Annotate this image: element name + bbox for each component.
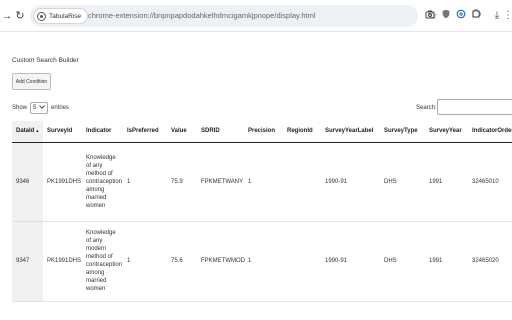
cell-ispreferred: 1 (123, 221, 167, 302)
column-header-indicator[interactable]: Indicator (82, 121, 123, 143)
indicator-line: method of (86, 170, 113, 177)
cell-precision: 1 (244, 142, 283, 222)
back-arrow-icon[interactable]: → (0, 9, 14, 23)
cell-surveyyearlabel: 1990-91 (321, 142, 380, 222)
cell-dataid: 9346 (12, 142, 43, 222)
column-header-label: Precision (248, 128, 276, 135)
extension-site-icon (37, 11, 46, 21)
search-input[interactable] (437, 99, 512, 115)
cell-regionid (283, 221, 321, 302)
column-header-label: DataId (16, 128, 35, 135)
address-bar[interactable]: TabulaRise chrome-extension://bnpnpapdod… (30, 5, 438, 27)
add-condition-button[interactable]: Add Condition (12, 73, 51, 90)
column-header-label: IsPreferred (127, 128, 159, 135)
chrome-menu-icon[interactable]: ⋮ (502, 9, 512, 23)
column-header-sdrid[interactable]: SDRID (197, 121, 244, 143)
cell-indicator: Knowledge of any modern method of contracept… (82, 221, 123, 302)
data-table: DataId▲ SurveyId Indicator IsPreferred Value… (12, 121, 512, 302)
indicator-line: Knowledge (86, 230, 116, 236)
indicator-line: among (86, 186, 105, 193)
column-header-label: IndicatorOrder (472, 128, 512, 135)
shield-extension-icon[interactable] (440, 9, 452, 23)
indicator-line: women (86, 202, 106, 209)
column-header-value[interactable]: Value (167, 121, 197, 143)
cell-sdrid: FPKMETWANY (197, 142, 244, 222)
cell-surveyid: PK1991DHS (43, 221, 82, 302)
cell-surveytype: DHS (380, 221, 425, 302)
column-header-label: SDRID (201, 128, 220, 135)
cell-indicatororder: 32465020 (468, 221, 512, 302)
column-header-label: SurveyType (384, 128, 418, 135)
column-header-surveytype[interactable]: SurveyType (380, 121, 425, 143)
entries-label: entries (51, 105, 70, 111)
table-row[interactable]: 9346 PK1991DHS Knowledge of any method of con… (12, 142, 512, 222)
table-row[interactable]: 9347 PK1991DHS Knowledge of any modern method… (12, 221, 512, 302)
column-header-indicatororder[interactable]: IndicatorOrder (468, 121, 512, 143)
sort-ascending-icon: ▲ (35, 128, 40, 134)
cell-sdrid: FPKMETWMOD (197, 221, 245, 302)
camera-extension-icon[interactable] (424, 9, 436, 23)
tools-extension-icon[interactable] (455, 9, 467, 23)
cell-ispreferred: 1 (123, 142, 167, 222)
url-text[interactable]: chrome-extension://bnpnpapdodahkelhdmcig… (88, 10, 316, 22)
site-chip[interactable]: TabulaRise (33, 8, 89, 24)
column-header-surveyyearlabel[interactable]: SurveyYearLabel (321, 121, 380, 143)
cell-dataid: 9347 (12, 221, 43, 302)
cell-surveyyearlabel: 1990-91 (321, 221, 380, 302)
custom-search-builder-title: Custom Search Builder (12, 57, 79, 64)
show-label: Show (12, 105, 28, 111)
indicator-line: contraception (86, 178, 123, 185)
indicator-line: of any (86, 238, 103, 244)
cell-surveytype: DHS (380, 142, 425, 222)
cell-indicatororder: 32465010 (468, 142, 512, 222)
cell-indicator: Knowledge of any method of contraception amo… (82, 142, 123, 222)
puzzle-extensions-icon[interactable] (470, 9, 482, 23)
indicator-line: among (86, 270, 105, 276)
page-length-select[interactable]: 5 (30, 102, 49, 114)
indicator-line: contraception (86, 262, 123, 268)
column-header-label: SurveyYearLabel (325, 128, 374, 135)
page-length-control: Show 5 entries (12, 102, 69, 114)
column-header-label: Indicator (86, 128, 112, 135)
chevron-down-icon (39, 105, 45, 111)
page-content: Custom Search Builder Add Condition Show… (0, 33, 512, 320)
cell-regionid (283, 142, 321, 222)
column-header-label: Value (171, 128, 187, 135)
cell-precision: 1 (244, 221, 283, 302)
column-header-dataid[interactable]: DataId▲ (12, 121, 43, 143)
column-header-label: RegionId (287, 128, 313, 135)
cell-value: 75.6 (167, 221, 197, 302)
column-header-surveyyear[interactable]: SurveyYear (425, 121, 468, 143)
column-header-regionid[interactable]: RegionId (283, 121, 321, 143)
cell-surveyyear: 1991 (425, 221, 468, 302)
reload-icon[interactable]: ↻ (13, 9, 27, 23)
indicator-line: method of (86, 254, 113, 260)
page-length-value: 5 (33, 105, 37, 111)
column-header-precision[interactable]: Precision (244, 121, 283, 143)
cell-value: 75.9 (167, 142, 197, 222)
column-header-label: SurveyId (47, 128, 73, 135)
table-header-row: DataId▲ SurveyId Indicator IsPreferred Value… (12, 121, 512, 143)
column-header-label: SurveyYear (429, 128, 462, 135)
indicator-line: married (86, 194, 107, 201)
indicator-line: Knowledge (86, 154, 116, 161)
cell-surveyid: PK1991DHS (43, 142, 82, 222)
column-header-ispreferred[interactable]: IsPreferred (123, 121, 167, 143)
indicator-line: women (86, 286, 106, 292)
column-header-surveyid[interactable]: SurveyId (43, 121, 82, 143)
cell-surveyyear: 1991 (425, 142, 468, 222)
search-label: Search: (416, 105, 437, 111)
indicator-line: married (86, 278, 107, 284)
site-name: TabulaRise (49, 12, 82, 20)
browser-toolbar: → ↻ TabulaRise chrome-extension://bnpnpa… (0, 0, 512, 32)
indicator-line: modern (86, 246, 107, 252)
indicator-line: of any (86, 162, 103, 169)
